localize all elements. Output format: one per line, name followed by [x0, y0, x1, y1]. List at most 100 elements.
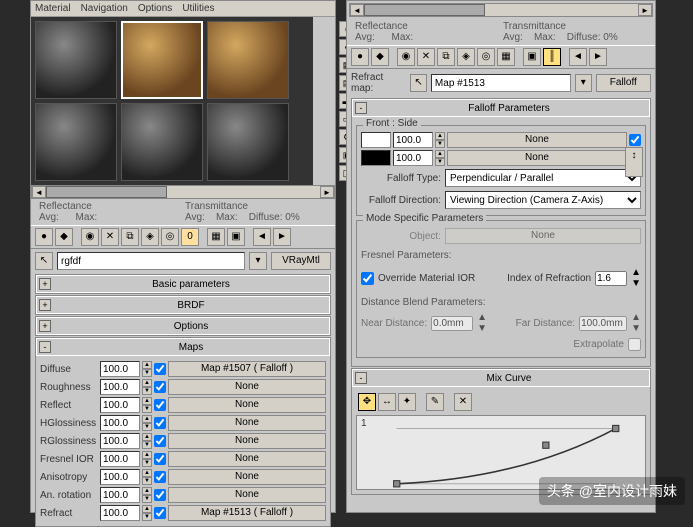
show-map-icon[interactable]: ▦: [207, 228, 225, 246]
map-name-input[interactable]: [431, 74, 571, 92]
map-slot-button[interactable]: None: [168, 487, 326, 503]
map-amount-spinner[interactable]: [100, 505, 140, 521]
scroll-left-icon[interactable]: ◄: [32, 186, 46, 198]
spin-up-icon[interactable]: ▲: [142, 469, 152, 477]
spin-down-icon[interactable]: ▼: [142, 405, 152, 413]
go-parent-icon[interactable]: ◄: [569, 48, 587, 66]
spin-up-icon[interactable]: ▲: [142, 505, 152, 513]
spin-up-icon[interactable]: ▲: [142, 397, 152, 405]
map-slot-button[interactable]: None: [168, 433, 326, 449]
side-value-spinner[interactable]: [393, 150, 433, 166]
make-unique-icon[interactable]: ◈: [457, 48, 475, 66]
scroll-left-icon[interactable]: ◄: [350, 4, 364, 16]
scroll-right-icon[interactable]: ►: [638, 4, 652, 16]
menu-utilities[interactable]: Utilities: [182, 3, 214, 14]
front-map-checkbox[interactable]: [629, 134, 641, 146]
preview-scrollbar[interactable]: ◄ ►: [31, 185, 335, 199]
material-slot-6[interactable]: [207, 103, 289, 181]
spin-down-icon[interactable]: ▼: [142, 459, 152, 467]
map-enable-checkbox[interactable]: [154, 435, 166, 447]
add-point-icon[interactable]: ✎: [426, 393, 444, 411]
map-amount-spinner[interactable]: [100, 361, 140, 377]
spin-up-icon[interactable]: ▲: [435, 132, 445, 140]
map-amount-spinner[interactable]: [100, 487, 140, 503]
spin-down-icon[interactable]: ▼: [142, 423, 152, 431]
ior-spinner[interactable]: [595, 271, 627, 286]
rollout-header-brdf[interactable]: +BRDF: [36, 296, 330, 314]
right-scrollbar[interactable]: ◄ ►: [349, 3, 653, 17]
menu-options[interactable]: Options: [138, 3, 172, 14]
put-to-scene-icon[interactable]: ◆: [371, 48, 389, 66]
make-unique-icon[interactable]: ◈: [141, 228, 159, 246]
rollout-header-basic[interactable]: +Basic parameters: [36, 275, 330, 293]
falloff-direction-select[interactable]: Viewing Direction (Camera Z-Axis): [445, 191, 641, 209]
side-color-swatch[interactable]: [361, 150, 391, 166]
get-material-icon[interactable]: ●: [351, 48, 369, 66]
spin-down-icon[interactable]: ▼: [142, 513, 152, 521]
scroll-right-icon[interactable]: ►: [320, 186, 334, 198]
scroll-thumb[interactable]: [364, 4, 485, 16]
spin-down-icon[interactable]: ▼: [142, 495, 152, 503]
get-material-icon[interactable]: ●: [35, 228, 53, 246]
map-enable-checkbox[interactable]: [154, 417, 166, 429]
override-ior-checkbox[interactable]: [361, 272, 374, 285]
show-end-icon[interactable]: ║: [543, 48, 561, 66]
rollout-header-maps[interactable]: -Maps: [36, 338, 330, 356]
spin-down-icon[interactable]: ▼: [142, 369, 152, 377]
rollout-header-falloff[interactable]: -Falloff Parameters: [352, 99, 650, 117]
pick-icon[interactable]: ↖: [35, 252, 53, 270]
scale-icon[interactable]: ✦: [398, 393, 416, 411]
material-slot-1[interactable]: [35, 21, 117, 99]
material-name-input[interactable]: [57, 252, 245, 270]
map-enable-checkbox[interactable]: [154, 381, 166, 393]
map-amount-spinner[interactable]: [100, 415, 140, 431]
material-slot-3[interactable]: [207, 21, 289, 99]
spin-up-icon[interactable]: ▲: [631, 267, 641, 278]
material-slot-2[interactable]: [121, 21, 203, 99]
go-forward-icon[interactable]: ►: [273, 228, 291, 246]
side-map-button[interactable]: None: [447, 150, 627, 166]
map-slot-button[interactable]: None: [168, 451, 326, 467]
map-enable-checkbox[interactable]: [154, 453, 166, 465]
show-end-icon[interactable]: ▣: [227, 228, 245, 246]
put-to-scene-icon[interactable]: ◆: [55, 228, 73, 246]
map-enable-checkbox[interactable]: [154, 507, 166, 519]
spin-up-icon[interactable]: ▲: [142, 487, 152, 495]
move-h-icon[interactable]: ↔: [378, 393, 396, 411]
map-amount-spinner[interactable]: [100, 397, 140, 413]
go-parent-icon[interactable]: ◄: [253, 228, 271, 246]
copy-icon[interactable]: ⧉: [121, 228, 139, 246]
spin-up-icon[interactable]: ▲: [142, 451, 152, 459]
map-slot-button[interactable]: Map #1507 ( Falloff ): [168, 361, 326, 377]
front-value-spinner[interactable]: [393, 132, 433, 148]
map-enable-checkbox[interactable]: [154, 363, 166, 375]
map-slot-button[interactable]: None: [168, 397, 326, 413]
map-slot-button[interactable]: None: [168, 469, 326, 485]
spin-down-icon[interactable]: ▼: [142, 477, 152, 485]
material-type-button[interactable]: VRayMtl: [271, 252, 331, 270]
assign-icon[interactable]: ◉: [81, 228, 99, 246]
copy-icon[interactable]: ⧉: [437, 48, 455, 66]
map-amount-spinner[interactable]: [100, 433, 140, 449]
spin-down-icon[interactable]: ▼: [435, 140, 445, 148]
front-map-button[interactable]: None: [447, 132, 627, 148]
front-color-swatch[interactable]: [361, 132, 391, 148]
menu-navigation[interactable]: Navigation: [81, 3, 128, 14]
material-slot-5[interactable]: [121, 103, 203, 181]
map-amount-spinner[interactable]: [100, 469, 140, 485]
scroll-thumb[interactable]: [46, 186, 167, 198]
assign-icon[interactable]: ◉: [397, 48, 415, 66]
show-map-icon[interactable]: ▣: [523, 48, 541, 66]
name-dropdown-icon[interactable]: ▾: [249, 252, 267, 270]
menu-material[interactable]: Material: [35, 3, 71, 14]
map-dropdown-icon[interactable]: ▾: [575, 74, 592, 92]
spin-up-icon[interactable]: ▲: [142, 361, 152, 369]
rollout-header-mix-curve[interactable]: -Mix Curve: [352, 369, 650, 387]
rollout-header-options[interactable]: +Options: [36, 317, 330, 335]
reset-icon[interactable]: ✕: [417, 48, 435, 66]
go-forward-icon[interactable]: ►: [589, 48, 607, 66]
effects-icon[interactable]: ▦: [497, 48, 515, 66]
spin-down-icon[interactable]: ▼: [435, 158, 445, 166]
spin-down-icon[interactable]: ▼: [631, 278, 641, 289]
move-icon[interactable]: ✥: [358, 393, 376, 411]
